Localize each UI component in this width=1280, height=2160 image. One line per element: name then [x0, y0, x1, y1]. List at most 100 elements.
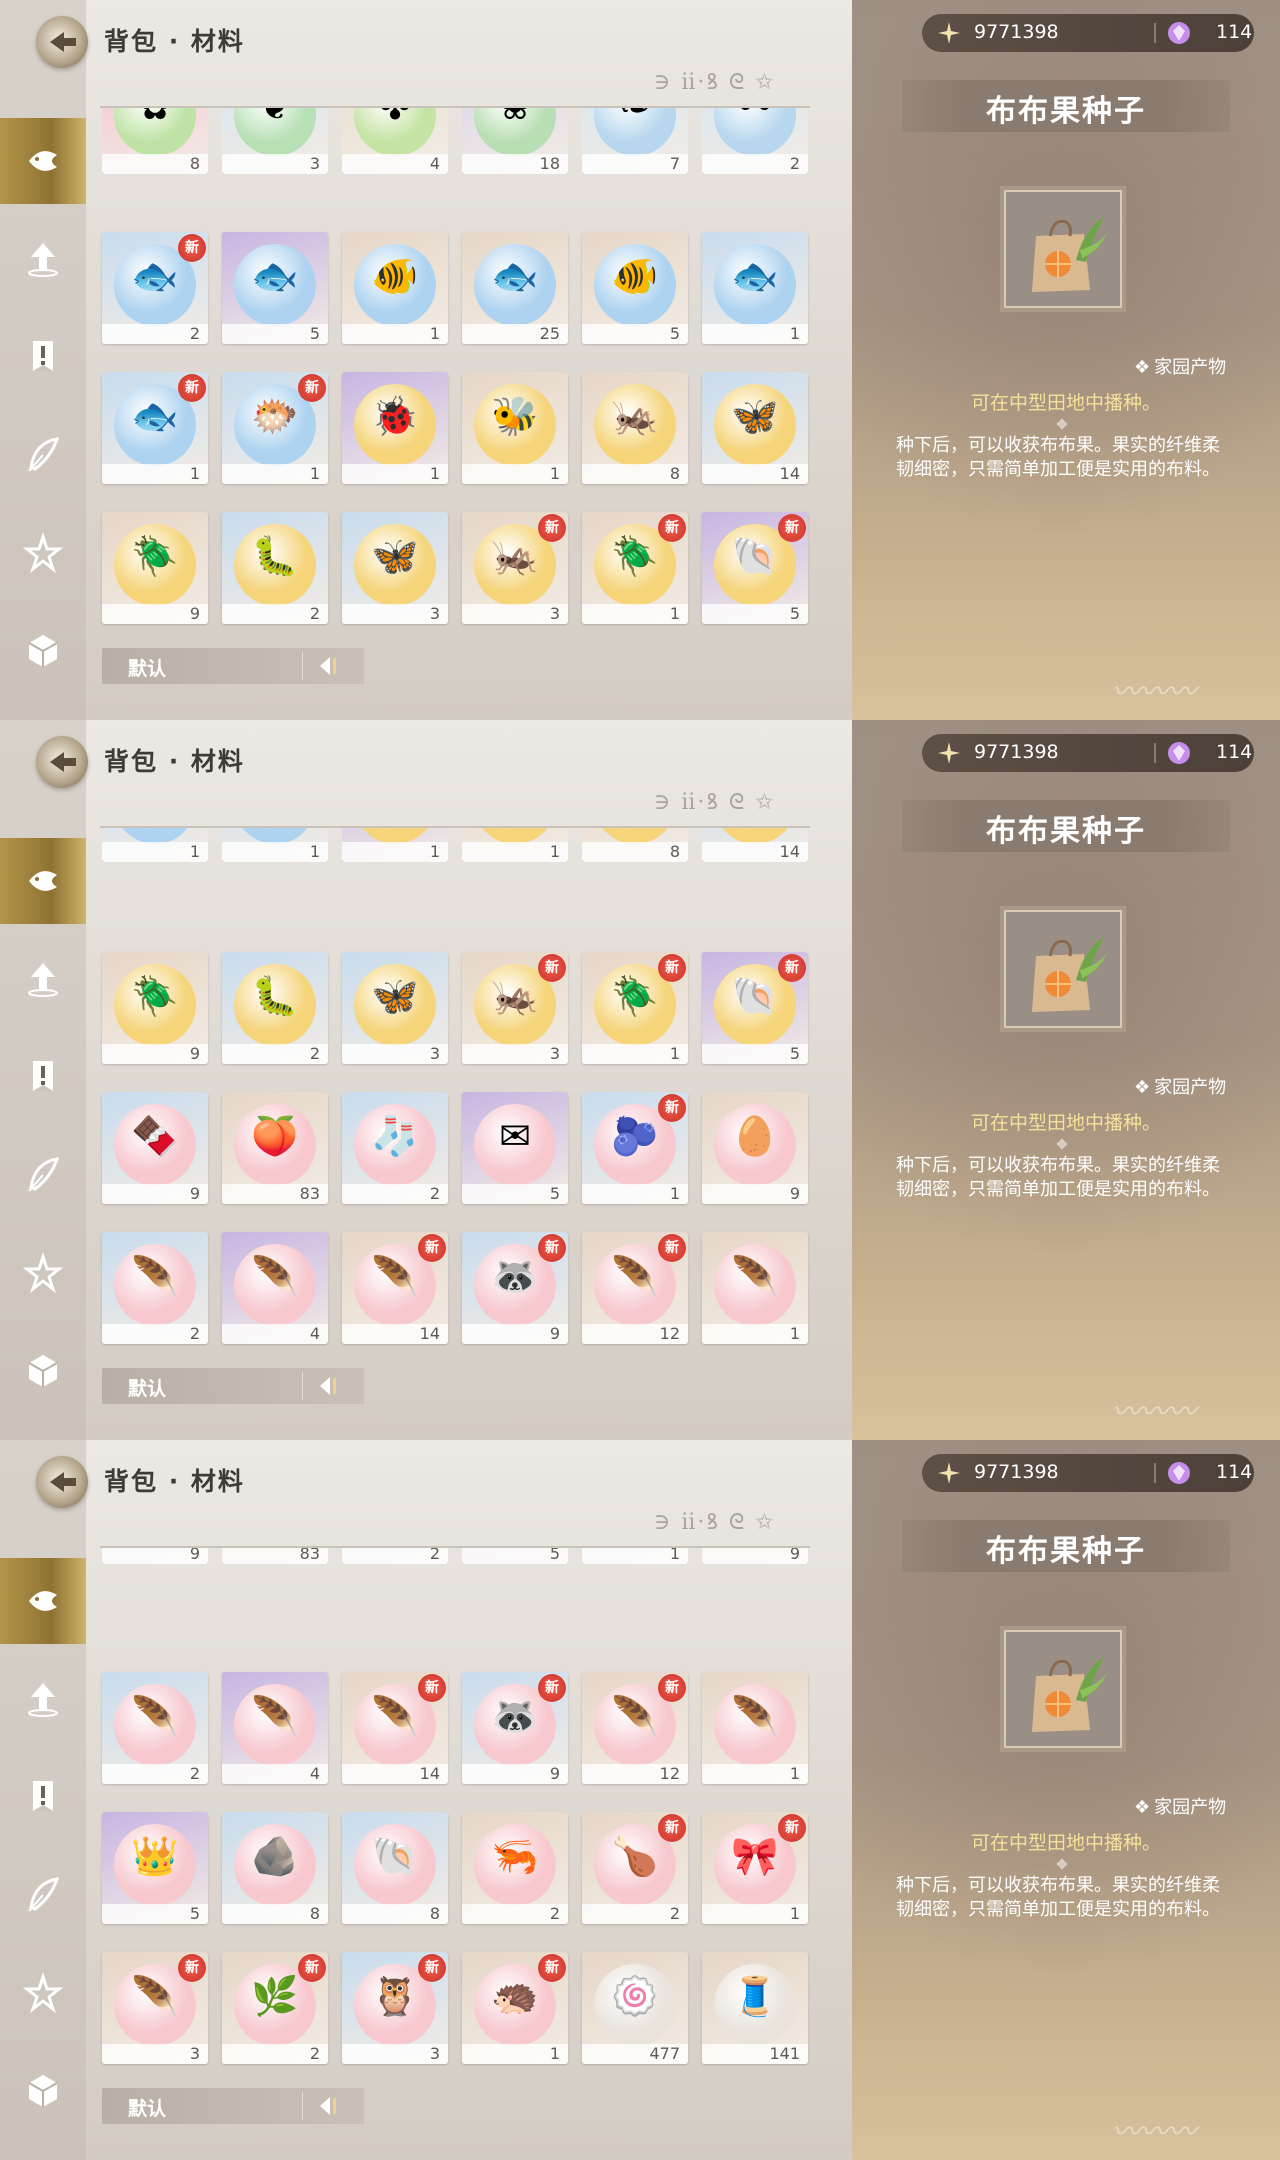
sort-label: 默认: [128, 658, 167, 680]
item-slot[interactable]: 🦋 3: [342, 952, 448, 1064]
item-slot[interactable]: 🐡 1 新: [222, 372, 328, 484]
item-orb: [234, 1464, 316, 1546]
item-slot[interactable]: 🥚 9: [702, 1092, 808, 1204]
seed-bag-icon: [1032, 1656, 1108, 1732]
fish-icon: [29, 871, 57, 891]
sidebar-item-feather[interactable]: [0, 412, 86, 498]
item-slot[interactable]: 🐞 1: [342, 372, 448, 484]
sidebar-item-fish[interactable]: [0, 838, 86, 924]
sidebar-item-feather[interactable]: [0, 1132, 86, 1218]
item-slot[interactable]: 🐟 1 新: [102, 372, 208, 484]
sort-toggle-icon[interactable]: [316, 655, 350, 677]
item-slot[interactable]: 🦝 9 新: [462, 1672, 568, 1784]
sidebar-item-box[interactable]: [0, 1328, 86, 1414]
sidebar-item-feather[interactable]: [0, 1852, 86, 1938]
item-slot[interactable]: 🐠 5: [582, 232, 688, 344]
sidebar-item-fish[interactable]: [0, 118, 86, 204]
sidebar-item-quest[interactable]: [0, 1754, 86, 1840]
item-slot[interactable]: 🪶 1: [702, 1672, 808, 1784]
item-slot[interactable]: 🪶 4: [222, 1232, 328, 1344]
item-slot[interactable]: 🦋 14: [702, 372, 808, 484]
sort-dropdown[interactable]: 默认: [102, 2088, 364, 2124]
item-slot[interactable]: 🐟 1: [702, 232, 808, 344]
header-divider: [100, 826, 810, 828]
item-slot[interactable]: 🐛 2: [222, 512, 328, 624]
sort-dropdown[interactable]: 默认: [102, 1368, 364, 1404]
back-button[interactable]: [36, 1456, 88, 1508]
item-slot[interactable]: 🦋 3: [342, 512, 448, 624]
item-slot[interactable]: 🦔 1 新: [462, 1952, 568, 2064]
item-slot[interactable]: 👑 5: [102, 1812, 208, 1924]
sidebar-item-fish[interactable]: [0, 1558, 86, 1644]
item-slot[interactable]: 🍑 83: [222, 1092, 328, 1204]
item-slot[interactable]: 🐚 8: [342, 1812, 448, 1924]
sidebar-item-upgrade[interactable]: [0, 936, 86, 1022]
item-slot[interactable]: 🐛 2: [222, 952, 328, 1064]
sidebar-item-star[interactable]: [0, 510, 86, 596]
sidebar-item-upgrade[interactable]: [0, 216, 86, 302]
back-button[interactable]: [36, 736, 88, 788]
item-slot[interactable]: 🎀 1 新: [702, 1812, 808, 1924]
item-slot[interactable]: 🐠 1: [342, 232, 448, 344]
item-slot[interactable]: 🧵 141: [702, 1952, 808, 2064]
item-slot[interactable]: 🍫 9: [102, 1092, 208, 1204]
item-slot[interactable]: 🪲 9: [102, 952, 208, 1064]
item-slot[interactable]: 🪲 1 新: [582, 512, 688, 624]
item-slot[interactable]: 🐝 1: [462, 828, 568, 862]
item-quantity: 1: [222, 842, 328, 862]
sidebar-item-quest[interactable]: [0, 1034, 86, 1120]
item-icon: 🦐: [491, 1834, 539, 1878]
item-slot[interactable]: 🪨 8: [222, 1812, 328, 1924]
item-slot[interactable]: 🫐 1 新: [582, 1092, 688, 1204]
item-slot[interactable]: 🦐 2: [462, 1812, 568, 1924]
item-slot[interactable]: ✿ 8: [102, 108, 208, 174]
item-slot[interactable]: 🪶 12 新: [582, 1672, 688, 1784]
sidebar-item-star[interactable]: [0, 1230, 86, 1316]
upgrade-icon: [28, 963, 58, 997]
item-slot[interactable]: 🐞 1: [342, 828, 448, 862]
item-slot[interactable]: 🪶 2: [102, 1232, 208, 1344]
back-button[interactable]: [36, 16, 88, 68]
item-slot[interactable]: ❦ 3: [222, 108, 328, 174]
item-slot[interactable]: 🪶 3 新: [102, 1952, 208, 2064]
item-slot[interactable]: 🦗 3 新: [462, 952, 568, 1064]
item-slot[interactable]: 🐝 1: [462, 372, 568, 484]
item-slot[interactable]: 🪶 14 新: [342, 1672, 448, 1784]
item-slot[interactable]: 🦗 3 新: [462, 512, 568, 624]
item-slot[interactable]: 🐟 2 新: [102, 232, 208, 344]
item-slot[interactable]: 🪶 1: [702, 1232, 808, 1344]
sort-toggle-icon[interactable]: [316, 1375, 350, 1397]
item-slot[interactable]: 🪶 2: [102, 1672, 208, 1784]
item-slot[interactable]: 🪶 12 新: [582, 1232, 688, 1344]
sidebar-item-star[interactable]: [0, 1950, 86, 2036]
item-slot[interactable]: 🌿 2 新: [222, 1952, 328, 2064]
sidebar-item-upgrade[interactable]: [0, 1656, 86, 1742]
item-slot[interactable]: 🐚 5 新: [702, 512, 808, 624]
item-slot[interactable]: 🐟 25: [462, 232, 568, 344]
item-slot[interactable]: ✤ 4: [342, 108, 448, 174]
item-slot[interactable]: ✉ 5: [462, 1092, 568, 1204]
item-slot[interactable]: 🦉 3 新: [342, 1952, 448, 2064]
upgrade-icon: [28, 1683, 58, 1717]
item-slot[interactable]: 🧦 2: [342, 1092, 448, 1204]
sidebar-item-box[interactable]: [0, 2048, 86, 2134]
item-slot[interactable]: 🪶 14 新: [342, 1232, 448, 1344]
item-slot[interactable]: ❀ 18: [462, 108, 568, 174]
item-slot[interactable]: 🦝 9 新: [462, 1232, 568, 1344]
item-icon: 🧦: [371, 1114, 419, 1158]
item-icon: 🐞: [371, 394, 419, 438]
sort-toggle-icon[interactable]: [316, 2095, 350, 2117]
item-slot[interactable]: 🪶 4: [222, 1672, 328, 1784]
item-slot[interactable]: 🍥 477: [582, 1952, 688, 2064]
item-slot[interactable]: 🐟 5: [222, 232, 328, 344]
item-slot[interactable]: 🪲 1 新: [582, 952, 688, 1064]
item-name: 布布果种子: [986, 1534, 1146, 1569]
sidebar-item-quest[interactable]: [0, 314, 86, 400]
sort-dropdown[interactable]: 默认: [102, 648, 364, 684]
item-slot[interactable]: 🦗 8: [582, 372, 688, 484]
sidebar-item-box[interactable]: [0, 608, 86, 694]
item-slot[interactable]: 🐚 5 新: [702, 952, 808, 1064]
item-slot[interactable]: 🍗 2 新: [582, 1812, 688, 1924]
item-slot[interactable]: 🪲 9: [102, 512, 208, 624]
item-quantity: 9: [462, 1764, 568, 1784]
